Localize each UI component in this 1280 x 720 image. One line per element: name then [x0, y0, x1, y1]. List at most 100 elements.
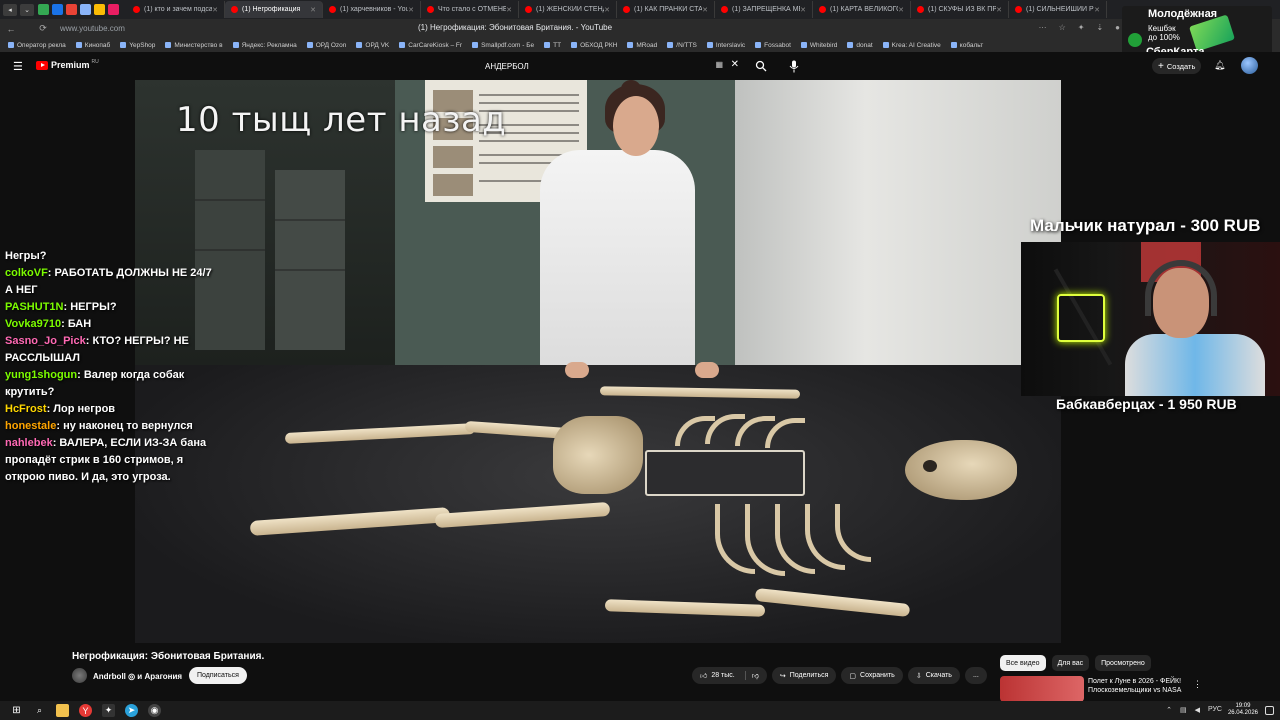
bookmark-star-icon[interactable]: ☆ — [1059, 23, 1066, 32]
youtube-logo[interactable]: Premium RU — [36, 59, 99, 70]
pinned-tab[interactable] — [38, 4, 49, 15]
tab-list-icon[interactable]: ⌄ — [20, 3, 34, 16]
bookmark-item[interactable]: ОРД VK — [356, 42, 389, 49]
close-tab-icon[interactable]: ✕ — [310, 6, 316, 14]
pinned-tab[interactable] — [80, 4, 91, 15]
browser-tab[interactable]: (1) СКУФЫ ИЗ ВК ПРОБ✕ — [911, 1, 1009, 18]
close-tab-icon[interactable]: ✕ — [506, 6, 512, 14]
like-button[interactable]: 👍︎ 28 тыс. 👎︎ — [692, 667, 767, 684]
browser-tab[interactable]: (1) ЗАПРЕЩЁНКА МЕСС✕ — [715, 1, 813, 18]
recommended-thumbnail[interactable] — [1000, 676, 1084, 702]
voice-search-button[interactable] — [784, 57, 804, 75]
subscribe-button[interactable]: Подписаться — [189, 667, 247, 684]
browser-tab[interactable]: (1) КАРТА ВЕЛИКОГО П✕ — [813, 1, 911, 18]
youtube-favicon-icon — [819, 6, 826, 13]
file-explorer-icon[interactable] — [56, 704, 69, 717]
bookmark-item[interactable]: CarCareKiosk – Fr — [399, 42, 462, 49]
bookmark-item[interactable]: /N/TTS — [667, 42, 697, 49]
close-tab-icon[interactable]: ✕ — [604, 6, 610, 14]
search-button[interactable] — [751, 57, 771, 75]
profile-icon[interactable]: ● — [1115, 23, 1120, 32]
notifications-bell-icon[interactable]: 🔔︎ — [1214, 60, 1225, 71]
pinned-tab[interactable] — [94, 4, 105, 15]
chat-message: colkoVF: РАБОТАТЬ ДОЛЖНЫ НЕ 24/7 А НЕГ — [5, 267, 212, 296]
recommended-more-icon[interactable]: ⋮ — [1193, 679, 1202, 690]
create-button[interactable]: + Создать — [1152, 58, 1202, 74]
bookmark-favicon-icon — [667, 42, 674, 48]
scientist-hand — [695, 362, 719, 378]
browser-tab[interactable]: (1) Негрофикация ✕ — [225, 1, 323, 18]
network-icon[interactable]: ▤ — [1180, 706, 1187, 714]
close-tab-icon[interactable]: ✕ — [996, 6, 1002, 14]
bookmark-item[interactable]: Яндекс: Рекламна — [232, 42, 297, 49]
browser-tab[interactable]: (1) СИЛЬНЕЙШИЙ PGH✕ — [1009, 1, 1107, 18]
windows-start-icon[interactable]: ⊞ — [10, 704, 23, 717]
telegram-icon[interactable]: ➤ — [125, 704, 138, 717]
close-tab-icon[interactable]: ✕ — [898, 6, 904, 14]
bookmark-item[interactable]: Interslavic — [706, 42, 745, 49]
bookmark-item[interactable]: кобальт — [950, 42, 983, 49]
tray-chevron-icon[interactable]: ⌃ — [1166, 706, 1172, 714]
thumbs-down-icon[interactable]: 👎︎ — [744, 671, 759, 680]
bookmark-item[interactable]: Кинопаб — [75, 42, 110, 49]
browser-tab[interactable]: (1) кто и зачем подсадил✕ — [127, 1, 225, 18]
bookmark-item[interactable]: YepShop — [120, 42, 155, 49]
channel-name[interactable]: Andrboll ◎ и Арагония — [93, 672, 182, 681]
close-tab-icon[interactable]: ✕ — [702, 6, 708, 14]
video-player[interactable] — [135, 80, 1061, 643]
yandex-browser-icon[interactable]: Y — [79, 704, 92, 717]
bookmark-item[interactable]: Оператор рекла — [8, 42, 66, 49]
account-avatar[interactable] — [1241, 57, 1258, 74]
filter-chip[interactable]: Просмотрено — [1095, 655, 1151, 671]
app-icon[interactable]: ✦ — [102, 704, 115, 717]
recommended-title[interactable]: Полет к Луне в 2026 - ФЕЙК! Плоскоземель… — [1088, 677, 1198, 695]
bookmark-item[interactable]: Whitebird — [800, 42, 837, 49]
browser-tab[interactable]: (1) КАК ПРАНКИ СТАЛИ✕ — [617, 1, 715, 18]
bookmark-item[interactable]: MRoad — [627, 42, 657, 49]
search-query[interactable]: АНДЕРБОЛ — [485, 62, 529, 71]
downloads-icon[interactable]: ⇣ — [1096, 23, 1103, 32]
close-tab-icon[interactable]: ✕ — [212, 6, 218, 14]
pinned-tab[interactable] — [52, 4, 63, 15]
close-tab-icon[interactable]: ✕ — [408, 6, 414, 14]
save-button[interactable]: ▢ Сохранить — [841, 667, 903, 684]
pinned-tab[interactable] — [108, 4, 119, 15]
bookmark-item[interactable]: ОБХОД РКН — [571, 42, 617, 49]
channel-avatar[interactable] — [72, 668, 87, 683]
share-button[interactable]: ↪ Поделиться — [771, 667, 837, 684]
clear-search-icon[interactable]: ✕ — [731, 59, 739, 70]
more-actions-button[interactable]: ... — [964, 667, 987, 684]
bookmark-item[interactable]: donat — [847, 42, 873, 49]
bookmark-item[interactable]: Krea: AI Creative — [882, 42, 941, 49]
streamer-shirt — [1125, 334, 1265, 396]
filter-chip[interactable]: Для вас — [1051, 655, 1090, 671]
search-icon — [755, 60, 767, 72]
close-tab-icon[interactable]: ✕ — [1094, 6, 1100, 14]
bookmark-item[interactable]: Fossabot — [755, 42, 791, 49]
bookmark-item[interactable]: TT — [544, 42, 561, 49]
bookmark-favicon-icon — [571, 42, 578, 48]
language-indicator[interactable]: РУС — [1208, 706, 1222, 714]
browser-tab[interactable]: Что стало с ОТМЕНЕН ✕ — [421, 1, 519, 18]
extension-icon[interactable]: ✦ — [1078, 23, 1085, 32]
search-icon[interactable]: ⌕ — [33, 704, 46, 717]
video-scene-cabinet — [735, 80, 1061, 380]
browser-tab[interactable]: (1) ЖЕНСКИЙ СТЕНДАП✕ — [519, 1, 617, 18]
bookmark-item[interactable]: ОРД Ozon — [306, 42, 346, 49]
keyboard-icon[interactable]: ▦ — [715, 60, 723, 69]
bookmark-item[interactable]: Smallpdf.com - Бе — [472, 42, 534, 49]
hamburger-menu-icon[interactable]: ☰ — [13, 60, 23, 73]
more-icon[interactable]: ··· — [1039, 23, 1047, 32]
speaker-icon[interactable]: ◀ — [1195, 706, 1200, 714]
filter-chip[interactable]: Все видео — [1000, 655, 1046, 671]
notification-center-icon[interactable] — [1265, 706, 1274, 715]
download-button[interactable]: ⇩ Скачать — [907, 667, 960, 684]
pinned-tab[interactable] — [66, 4, 77, 15]
system-clock[interactable]: 19:09 26.04.2026 — [1228, 703, 1258, 717]
bookmark-item[interactable]: Министерство в — [165, 42, 223, 49]
search-input[interactable]: АНДЕРБОЛ ▦ ✕ — [475, 56, 745, 76]
browser-tab[interactable]: (1) харчевников - YouTube✕ — [323, 1, 421, 18]
browser-menu-icon[interactable]: ◂ — [3, 3, 17, 16]
close-tab-icon[interactable]: ✕ — [800, 6, 806, 14]
obs-icon[interactable]: ◉ — [148, 704, 161, 717]
